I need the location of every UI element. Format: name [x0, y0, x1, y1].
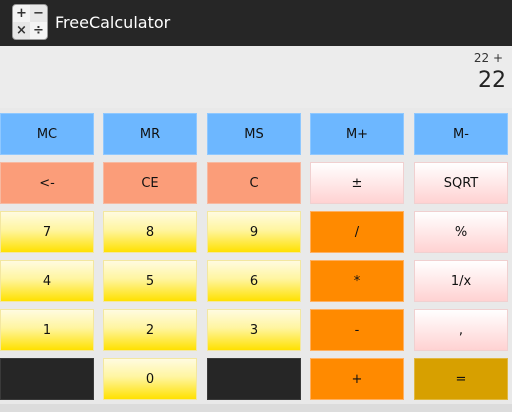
mc-button[interactable]: MC [0, 113, 94, 155]
blank-key-left [0, 358, 94, 400]
m-minus-button[interactable]: M- [414, 113, 508, 155]
blank-key-middle [207, 358, 301, 400]
plus-glyph: + [13, 5, 30, 22]
digit-5-button[interactable]: 5 [103, 260, 197, 302]
m-plus-button[interactable]: M+ [310, 113, 404, 155]
subtract-button[interactable]: - [310, 309, 404, 351]
digit-3-button[interactable]: 3 [207, 309, 301, 351]
digit-1-button[interactable]: 1 [0, 309, 94, 351]
minus-glyph: − [30, 5, 47, 22]
digit-2-button[interactable]: 2 [103, 309, 197, 351]
c-button[interactable]: C [207, 162, 301, 204]
add-button[interactable]: + [310, 358, 404, 400]
backspace-button[interactable]: <- [0, 162, 94, 204]
calculator-icon: + − × ÷ [12, 4, 48, 40]
equals-button[interactable]: = [414, 358, 508, 400]
mr-button[interactable]: MR [103, 113, 197, 155]
title-bar: + − × ÷ FreeCalculator [0, 0, 512, 46]
ce-button[interactable]: CE [103, 162, 197, 204]
digit-7-button[interactable]: 7 [0, 211, 94, 253]
reciprocal-button[interactable]: 1/x [414, 260, 508, 302]
app-title: FreeCalculator [55, 13, 171, 32]
percent-button[interactable]: % [414, 211, 508, 253]
digit-8-button[interactable]: 8 [103, 211, 197, 253]
times-glyph: × [13, 22, 30, 39]
digit-6-button[interactable]: 6 [207, 260, 301, 302]
sqrt-button[interactable]: SQRT [414, 162, 508, 204]
comma-button[interactable]: , [414, 309, 508, 351]
expression-readout: 22 + [473, 51, 503, 65]
result-readout: 22 [478, 68, 506, 93]
bottom-strip [0, 404, 512, 412]
divide-button[interactable]: / [310, 211, 404, 253]
multiply-button[interactable]: * [310, 260, 404, 302]
digit-9-button[interactable]: 9 [207, 211, 301, 253]
plus-minus-button[interactable]: ± [310, 162, 404, 204]
divide-glyph: ÷ [30, 22, 47, 39]
calculator-display: 22 + 22 [0, 46, 512, 108]
ms-button[interactable]: MS [207, 113, 301, 155]
digit-4-button[interactable]: 4 [0, 260, 94, 302]
digit-0-button[interactable]: 0 [103, 358, 197, 400]
